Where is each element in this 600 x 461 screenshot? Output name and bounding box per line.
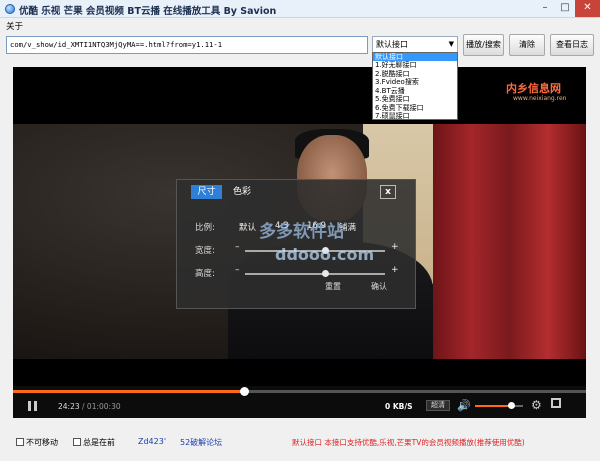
dropdown-item[interactable]: 7.硕鼠接口 (373, 112, 457, 120)
status-bar: 不可移动 总是在前 Zd423' 52破解论坛 默认接口 本接口支持优酷,乐视,… (0, 428, 600, 454)
minimize-button[interactable]: – (535, 0, 555, 17)
checkbox-box[interactable] (73, 438, 81, 446)
watermark-domain: ddooo.com (275, 245, 375, 264)
progress-fill (13, 390, 244, 393)
dropdown-item[interactable]: 5.免费接口 (373, 95, 457, 103)
play-search-button[interactable]: 播放/搜索 (463, 34, 504, 56)
control-bar: 24:23 / 01:00:30 0 KB/S 超清 🔊 ⚙ (13, 386, 586, 418)
height-slider-knob[interactable] (322, 270, 329, 277)
letterbox-bottom (13, 359, 586, 386)
always-top-label: 总是在前 (83, 438, 115, 447)
watermark-text: 多多软件站 (259, 222, 344, 242)
progress-bar[interactable] (13, 387, 586, 396)
confirm-button[interactable]: 确认 (371, 281, 387, 292)
height-minus-button[interactable]: – (235, 265, 240, 275)
interface-dropdown-list: 默认接口 1.好无聊接口 2.脱酷接口 3.Fvideo搜索 4.BT云播 5.… (372, 52, 458, 120)
dropdown-item[interactable]: 2.脱酷接口 (373, 70, 457, 78)
checkbox-box[interactable] (16, 438, 24, 446)
adjust-dialog: 尺寸 色彩 x 比例: 默认 4:3 16:9 铺满 宽度: – + 高度: –… (176, 179, 416, 309)
maximize-button[interactable]: □ (555, 0, 575, 17)
interface-select-value: 默认接口 (376, 40, 408, 49)
window-title: 优酷 乐视 芒果 会员视频 BT云播 在线播放工具 By Savion (19, 6, 277, 17)
dropdown-item[interactable]: 默认接口 (373, 53, 457, 62)
width-minus-button[interactable]: – (235, 242, 240, 252)
fullscreen-icon[interactable] (551, 398, 561, 408)
time-display: 24:23 / 01:00:30 (58, 402, 121, 411)
volume-icon[interactable]: 🔊 (457, 399, 471, 412)
app-icon (5, 4, 15, 14)
reset-button[interactable]: 重置 (325, 281, 341, 292)
progress-knob[interactable] (239, 387, 249, 396)
title-bar: 优酷 乐视 芒果 会员视频 BT云播 在线播放工具 By Savion – □ … (0, 0, 600, 18)
video-player[interactable]: 内乡信息网 www.neixiang.ren 尺寸 色彩 x 比例: 默认 4:… (13, 67, 586, 418)
volume-knob[interactable] (508, 402, 515, 409)
current-time: 24:23 (58, 402, 80, 411)
width-plus-button[interactable]: + (391, 242, 399, 252)
red-curtain (433, 124, 586, 359)
channel-logo: 内乡信息网 (506, 82, 561, 95)
no-move-checkbox[interactable]: 不可移动 (16, 437, 58, 448)
quality-button[interactable]: 超清 (426, 400, 450, 411)
dialog-close-button[interactable]: x (380, 185, 396, 199)
ratio-label: 比例: (195, 223, 215, 233)
download-speed: 0 KB/S (385, 402, 413, 411)
chevron-down-icon: ▼ (448, 40, 454, 48)
pause-icon[interactable] (28, 401, 38, 411)
url-input[interactable]: com/v_show/id_XMTI1NTQ3MjQyMA==.html?fro… (6, 36, 368, 54)
interface-notice: 默认接口 本接口支持优酷,乐视,芒果TV的会员视频播放(推荐使用优酷) (292, 438, 525, 447)
tab-size[interactable]: 尺寸 (191, 185, 222, 199)
tab-color[interactable]: 色彩 (227, 185, 257, 199)
gear-icon[interactable]: ⚙ (531, 398, 542, 412)
clear-button[interactable]: 清除 (509, 34, 545, 56)
interface-select[interactable]: 默认接口 ▼ (372, 36, 458, 53)
view-log-button[interactable]: 查看日志 (550, 34, 594, 56)
always-top-checkbox[interactable]: 总是在前 (73, 437, 115, 448)
author-link[interactable]: Zd423' (138, 437, 166, 446)
channel-logo-url: www.neixiang.ren (513, 95, 567, 102)
width-label: 宽度: (195, 246, 215, 256)
menu-about[interactable]: 关于 (6, 20, 23, 32)
dropdown-item[interactable]: 4.BT云播 (373, 87, 457, 95)
height-label: 高度: (195, 269, 215, 279)
dropdown-item[interactable]: 1.好无聊接口 (373, 61, 457, 69)
close-window-button[interactable]: ✕ (575, 0, 600, 17)
volume-fill (475, 405, 511, 407)
video-frame[interactable]: 内乡信息网 www.neixiang.ren 尺寸 色彩 x 比例: 默认 4:… (13, 67, 586, 386)
forum-link[interactable]: 52破解论坛 (180, 437, 222, 448)
volume-slider[interactable] (475, 402, 523, 409)
ratio-option-default[interactable]: 默认 (239, 221, 256, 233)
height-plus-button[interactable]: + (391, 265, 399, 275)
letterbox-top (13, 67, 586, 124)
dropdown-item[interactable]: 6.免费下载接口 (373, 104, 457, 112)
height-slider[interactable] (245, 270, 385, 277)
menu-bar: 关于 (0, 18, 600, 32)
duration: / 01:00:30 (82, 402, 121, 411)
dropdown-item[interactable]: 3.Fvideo搜索 (373, 78, 457, 86)
no-move-label: 不可移动 (26, 438, 58, 447)
